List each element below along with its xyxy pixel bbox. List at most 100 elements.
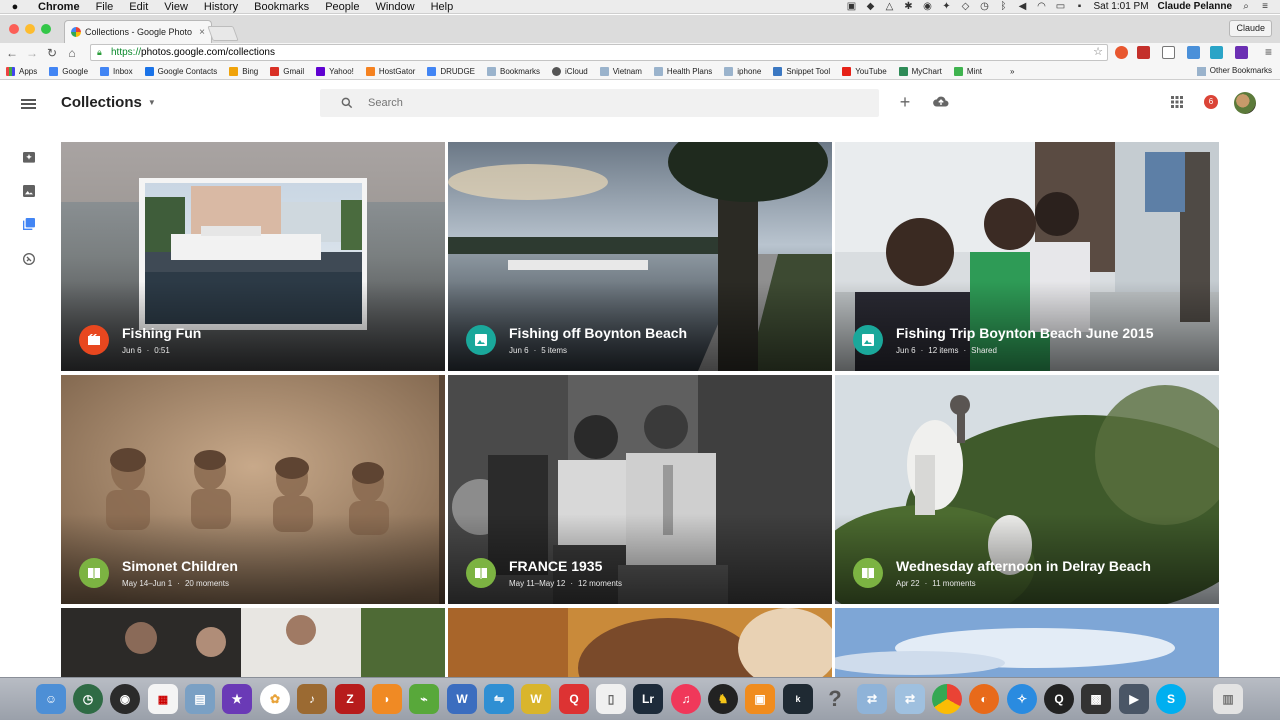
spotlight-icon[interactable]: ⌕ — [1241, 1, 1251, 12]
calendar-icon[interactable]: ▦ — [148, 684, 178, 714]
eye-icon[interactable]: ◉ — [923, 1, 933, 12]
collection-card[interactable]: Wednesday afternoon in Delray Beach Apr … — [835, 375, 1219, 604]
garageband-icon[interactable]: ♪ — [297, 684, 327, 714]
filezilla-icon[interactable]: Z — [335, 684, 365, 714]
clock[interactable]: Sat 1:01 PM — [1094, 1, 1149, 12]
address-bar[interactable]: 🔒︎ https://photos.google.com/collections… — [90, 44, 1108, 61]
collection-card[interactable]: Fishing Trip Boynton Beach June 2015 Jun… — [835, 142, 1219, 371]
bookmark-folder-health-plans[interactable]: Health Plans — [653, 66, 712, 76]
document-icon[interactable]: ▯ — [596, 684, 626, 714]
chrome-icon[interactable] — [932, 684, 962, 714]
imovie-icon[interactable]: ★ — [222, 684, 252, 714]
page-title[interactable]: Collections ▼ — [61, 94, 156, 111]
bookmark-yahoo[interactable]: Yahoo! — [316, 66, 354, 76]
word-icon[interactable]: W — [447, 684, 477, 714]
bookmark-hostgator[interactable]: HostGator — [365, 66, 415, 76]
extension-icon[interactable] — [1187, 46, 1200, 59]
skype-icon[interactable]: S — [1156, 684, 1186, 714]
menu-help[interactable]: Help — [423, 0, 462, 14]
bookmark-apps[interactable]: Apps — [6, 66, 37, 76]
minimize-window-icon[interactable] — [25, 24, 35, 34]
create-plus-icon[interactable]: + — [896, 93, 914, 111]
collection-card[interactable]: Fishing Fun Jun 6 · 0:51 — [61, 142, 445, 371]
collection-card[interactable] — [61, 608, 445, 678]
app-icon[interactable]: ⌁ — [409, 684, 439, 714]
zoom-window-icon[interactable] — [41, 24, 51, 34]
menu-file[interactable]: File — [88, 0, 122, 14]
app-icon[interactable]: Q — [559, 684, 589, 714]
bookmark-folder-vietnam[interactable]: Vietnam — [599, 66, 642, 76]
bookmarks-overflow-chevron[interactable]: » — [1010, 67, 1014, 76]
menu-bookmarks[interactable]: Bookmarks — [246, 0, 317, 14]
close-window-icon[interactable] — [9, 24, 19, 34]
preview-icon[interactable]: ▤ — [185, 684, 215, 714]
bookmark-mychart[interactable]: MyChart — [898, 66, 942, 76]
ibooks-icon[interactable]: ▣ — [745, 684, 775, 714]
notification-center-icon[interactable]: ≡ — [1260, 1, 1270, 12]
app-icon[interactable]: ⇄ — [895, 684, 925, 714]
collection-card[interactable] — [835, 608, 1219, 678]
extension-icon[interactable] — [1115, 46, 1128, 59]
back-icon[interactable]: ← — [2, 46, 22, 60]
final-cut-icon[interactable]: ▶ — [1119, 684, 1149, 714]
notification-badge[interactable]: 6 — [1204, 95, 1218, 109]
upload-cloud-icon[interactable] — [932, 93, 950, 111]
new-tab-button[interactable] — [207, 26, 239, 41]
finder-icon[interactable]: ☺ — [36, 684, 66, 714]
screen-record-icon[interactable]: ▣ — [847, 1, 857, 12]
bookmark-folder-bookmarks[interactable]: Bookmarks — [487, 66, 540, 76]
itunes-icon[interactable]: ♫ — [671, 684, 701, 714]
tab-close-icon[interactable]: × — [199, 27, 205, 38]
menu-window[interactable]: Window — [367, 0, 422, 14]
menu-people[interactable]: People — [317, 0, 367, 14]
volume-icon[interactable]: ◀ — [1018, 1, 1028, 12]
sharing-icon[interactable] — [21, 251, 37, 267]
bookmark-mint[interactable]: Mint — [953, 66, 982, 76]
extension-icon[interactable] — [1137, 46, 1150, 59]
home-icon[interactable]: ⌂ — [62, 46, 82, 60]
tab-collections[interactable]: Collections - Google Photo × — [64, 20, 212, 43]
bell-icon[interactable]: ◆ — [866, 1, 876, 12]
reload-icon[interactable]: ↻ — [42, 46, 62, 60]
profile-button[interactable]: Claude — [1229, 20, 1272, 37]
trash-icon[interactable]: ▥ — [1213, 684, 1243, 714]
menu-history[interactable]: History — [196, 0, 246, 14]
firefox-icon[interactable]: ◐ — [969, 684, 999, 714]
forward-icon[interactable]: → — [22, 46, 42, 60]
dropbox-icon[interactable]: ◇ — [961, 1, 971, 12]
bookmark-google-contacts[interactable]: Google Contacts — [144, 66, 217, 76]
bookmark-icloud[interactable]: iCloud — [552, 66, 588, 76]
app-icon[interactable]: ⇄ — [857, 684, 887, 714]
chrome-menu-icon[interactable]: ≡ — [1262, 46, 1275, 59]
drive-icon[interactable]: △ — [885, 1, 895, 12]
apple-icon[interactable]: ● — [0, 1, 30, 13]
collection-card[interactable] — [448, 608, 832, 678]
extension-icon[interactable] — [1210, 46, 1223, 59]
app-icon[interactable]: ⇋ — [484, 684, 514, 714]
app-icon[interactable]: ◗ — [372, 684, 402, 714]
bookmark-folder-iphone[interactable]: iphone — [724, 66, 761, 76]
bookmark-snippet-tool[interactable]: Snippet Tool — [773, 66, 830, 76]
user-name[interactable]: Claude Pelanne — [1158, 1, 1232, 12]
photo-booth-icon[interactable]: ▩ — [1081, 684, 1111, 714]
main-menu-icon[interactable] — [21, 99, 36, 109]
bookmark-google[interactable]: Google — [49, 66, 88, 76]
kindle-icon[interactable]: k — [783, 684, 813, 714]
recycle-icon[interactable]: ✦ — [942, 1, 952, 12]
wifi-icon[interactable]: ◠ — [1037, 1, 1047, 12]
collection-card[interactable]: FRANCE 1935 May 11–May 12 · 12 moments — [448, 375, 832, 604]
cast-icon[interactable] — [1162, 46, 1175, 59]
nuclear-icon[interactable]: ✱ — [904, 1, 914, 12]
menu-view[interactable]: View — [156, 0, 196, 14]
yahoo-extension-icon[interactable] — [1235, 46, 1248, 59]
bluetooth-icon[interactable]: ᛒ — [999, 1, 1009, 12]
menu-app-name[interactable]: Chrome — [30, 0, 88, 14]
photos-icon[interactable] — [21, 183, 37, 199]
search-input[interactable] — [368, 97, 768, 109]
app-icon[interactable]: ♞ — [708, 684, 738, 714]
collection-card[interactable]: Fishing off Boynton Beach Jun 6 · 5 items — [448, 142, 832, 371]
app-icon[interactable]: W — [521, 684, 551, 714]
menu-edit[interactable]: Edit — [121, 0, 156, 14]
flag-icon[interactable]: ▪ — [1075, 1, 1085, 12]
collection-card[interactable]: Simonet Children May 14–Jun 1 · 20 moments — [61, 375, 445, 604]
